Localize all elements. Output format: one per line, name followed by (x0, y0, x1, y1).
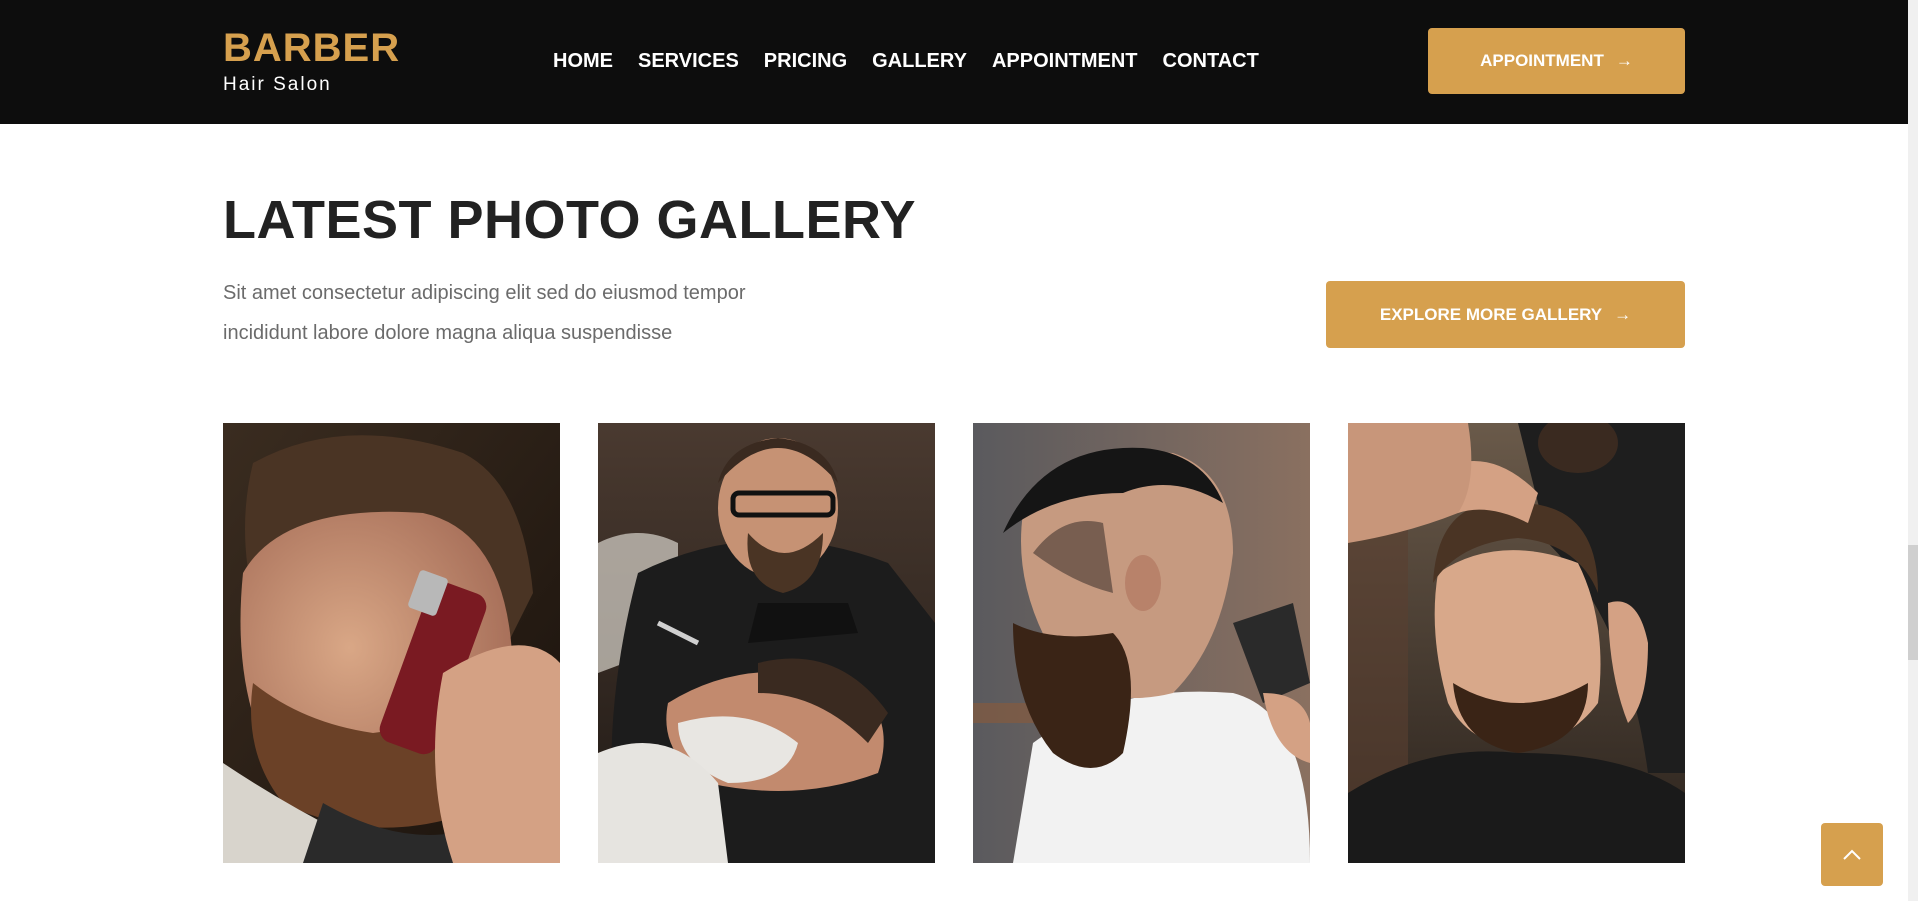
gallery-photo-styling[interactable] (1348, 423, 1685, 863)
section-description: Sit amet consectetur adipiscing elit sed… (223, 273, 783, 353)
photo-gallery (223, 423, 1685, 863)
main-nav: HOME SERVICES PRICING GALLERY APPOINTMEN… (553, 48, 1284, 74)
nav-gallery[interactable]: GALLERY (872, 48, 967, 74)
nav-contact[interactable]: CONTACT (1163, 48, 1259, 74)
appointment-button-label: APPOINTMENT (1480, 51, 1604, 70)
gallery-photo-profile[interactable] (973, 423, 1310, 863)
nav-pricing[interactable]: PRICING (764, 48, 847, 74)
gallery-photo-clipper-trim[interactable] (223, 423, 560, 863)
gallery-photo-shave[interactable] (598, 423, 935, 863)
page-scrollbar[interactable] (1908, 0, 1918, 901)
section-title: LATEST PHOTO GALLERY (223, 190, 917, 250)
photo-profile-image (973, 423, 1310, 863)
back-to-top-button[interactable] (1821, 823, 1883, 886)
site-header: BARBER Hair Salon HOME SERVICES PRICING … (0, 0, 1908, 124)
scrollbar-thumb[interactable] (1908, 545, 1918, 660)
description-line-1: Sit amet consectetur adipiscing elit sed… (223, 282, 746, 304)
arrow-right-icon: → (1615, 51, 1633, 70)
appointment-button[interactable]: APPOINTMENT → (1428, 28, 1685, 94)
nav-services[interactable]: SERVICES (638, 48, 739, 74)
nav-appointment[interactable]: APPOINTMENT (992, 48, 1138, 74)
photo-shave-image (598, 423, 935, 863)
photo-styling-image (1348, 423, 1685, 863)
logo-title: BARBER (223, 26, 401, 70)
explore-gallery-button[interactable]: EXPLORE MORE GALLERY → (1326, 281, 1685, 348)
photo-clipper-trim-image (223, 423, 560, 863)
logo[interactable]: BARBER Hair Salon (223, 26, 400, 96)
explore-gallery-label: EXPLORE MORE GALLERY (1379, 304, 1603, 324)
nav-home[interactable]: HOME (553, 48, 613, 74)
logo-subtitle: Hair Salon (223, 74, 332, 95)
arrow-right-icon: → (1614, 304, 1632, 324)
chevron-up-icon (1843, 849, 1861, 860)
description-line-2: incididunt labore dolore magna aliqua su… (223, 322, 673, 344)
